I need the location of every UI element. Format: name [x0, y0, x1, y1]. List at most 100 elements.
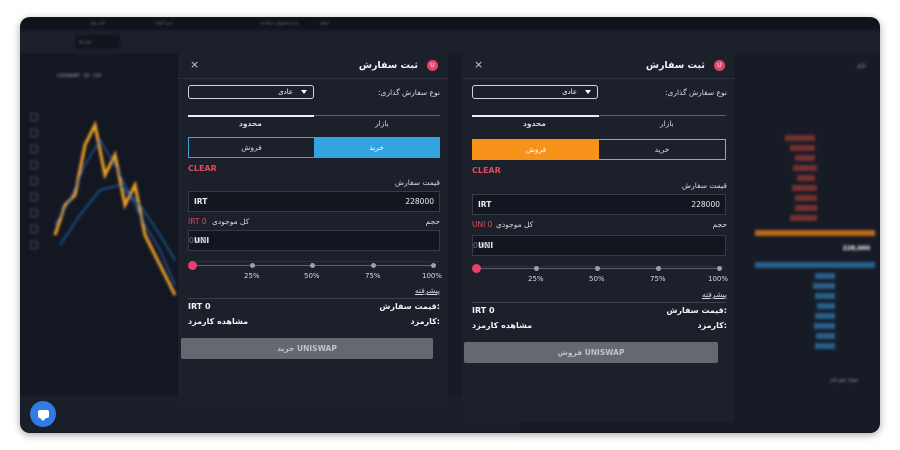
chat-icon	[37, 410, 49, 421]
volume-input[interactable]: UNI 0.00	[188, 230, 440, 262]
buy-submit-button[interactable]: خرید UNISWAP	[181, 338, 433, 359]
depth-chart-title: نمودار عمق بازار	[829, 377, 858, 382]
order-type-label: نوع سفارش گذاری:	[378, 88, 440, 97]
order-type-select[interactable]: عادی	[188, 85, 314, 99]
nav-item[interactable]: کیف پول	[90, 20, 105, 25]
bid-row[interactable]	[815, 273, 835, 279]
tab-market[interactable]: بازار	[375, 119, 389, 128]
fee-link[interactable]: مشاهده کارمزد	[472, 321, 532, 330]
bid-row[interactable]	[816, 333, 835, 339]
order-mode-tabs: محدود بازار	[472, 115, 726, 137]
fee-label: کارمزد:	[410, 317, 441, 326]
sell-toggle[interactable]: فروش	[473, 140, 599, 159]
slider-mark[interactable]	[371, 263, 376, 268]
bid-row[interactable]	[814, 323, 835, 329]
panel-header: × ثبت سفارش U	[462, 53, 735, 79]
bid-row[interactable]	[813, 283, 835, 289]
slider-label: 75%	[365, 272, 381, 280]
panel-header: × ثبت سفارش U	[178, 53, 448, 79]
ask-row[interactable]	[797, 175, 815, 181]
bid-row[interactable]	[815, 293, 835, 299]
price-currency: IRT	[194, 197, 208, 206]
slider-label: 25%	[528, 275, 544, 283]
clear-button[interactable]: CLEAR	[188, 164, 217, 173]
slider-mark[interactable]	[250, 263, 255, 268]
side-toggle: فروش خرید	[188, 137, 440, 158]
advanced-link[interactable]: پیشرفته	[415, 286, 440, 295]
balance-label: کل موجودی	[496, 220, 534, 229]
order-price-label: قیمت سفارش:	[666, 306, 727, 315]
slider-mark[interactable]	[534, 266, 539, 271]
slider-handle[interactable]	[472, 264, 481, 273]
tab-divider	[599, 115, 726, 116]
chart-toolbar: ابزار ها	[20, 31, 880, 53]
amount-slider[interactable]: 25% 50% 75% 100%	[188, 260, 443, 280]
order-price-label: قیمت سفارش:	[379, 302, 440, 311]
close-icon[interactable]: ×	[474, 58, 483, 71]
ask-row[interactable]	[790, 145, 815, 151]
buy-toggle[interactable]: خرید	[599, 140, 725, 159]
bid-row[interactable]	[815, 313, 835, 319]
tab-limit[interactable]: محدود	[523, 119, 546, 128]
volume-placeholder: 0.00	[189, 236, 439, 262]
order-type-value: عادی	[278, 88, 293, 96]
bid-row[interactable]	[817, 303, 835, 309]
clear-button[interactable]: CLEAR	[472, 166, 501, 175]
order-type-select[interactable]: عادی	[472, 85, 598, 99]
nav-item[interactable]: شبکه	[320, 20, 329, 25]
slider-mark[interactable]	[310, 263, 315, 268]
slider-mark[interactable]	[656, 266, 661, 271]
ask-row[interactable]	[795, 205, 817, 211]
slider-mark[interactable]	[595, 266, 600, 271]
price-chart[interactable]: CXXUNI/IRT · 1D · CXX	[20, 55, 180, 395]
tools-tab[interactable]: ابزار ها	[75, 35, 120, 49]
bid-row[interactable]	[755, 262, 875, 268]
top-nav: شبکه خرید و فروش حرفه ای خرید آسان کیف پ…	[20, 17, 880, 29]
divider	[188, 298, 440, 299]
slider-label: 100%	[422, 272, 443, 280]
nav-item[interactable]: خرید آسان	[155, 20, 173, 25]
slider-mark[interactable]	[431, 263, 436, 268]
chevron-down-icon	[585, 90, 591, 94]
fee-link[interactable]: مشاهده کارمزد	[188, 317, 248, 326]
candlestick-chart	[53, 120, 177, 296]
ask-row[interactable]	[795, 195, 817, 201]
price-input[interactable]: IRT 228000	[472, 194, 726, 215]
panel-title: ثبت سفارش	[358, 60, 418, 71]
slider-label: 75%	[650, 275, 666, 283]
order-book: بازار 228,000 نمودار عمق بازار	[735, 55, 880, 433]
tab-divider	[314, 115, 440, 116]
ask-row[interactable]	[785, 135, 815, 141]
price-value: 228000	[405, 197, 434, 206]
slider-label: 25%	[244, 272, 260, 280]
brand-logo-icon: U	[714, 60, 725, 71]
order-panel-buy: × ثبت سفارش U نوع سفارش گذاری: عادی محدو…	[178, 53, 448, 408]
buy-toggle[interactable]: خرید	[314, 138, 439, 157]
order-panel-sell: × ثبت سفارش U نوع سفارش گذاری: عادی محدو…	[462, 53, 735, 423]
tab-indicator	[188, 115, 314, 117]
slider-handle[interactable]	[188, 261, 197, 270]
advanced-link[interactable]: پیشرفته	[702, 290, 727, 299]
ask-row[interactable]	[792, 185, 817, 191]
order-mode-tabs: محدود بازار	[188, 115, 440, 137]
ask-row[interactable]	[795, 155, 815, 161]
close-icon[interactable]: ×	[190, 58, 199, 71]
volume-input[interactable]: UNI 0.00	[472, 235, 726, 267]
sell-toggle[interactable]: فروش	[189, 138, 314, 157]
amount-slider[interactable]: 25% 50% 75% 100%	[472, 263, 728, 283]
price-input[interactable]: IRT 228000	[188, 191, 440, 212]
side-toggle: فروش خرید	[472, 139, 726, 160]
sell-submit-button[interactable]: فروش UNISWAP	[464, 342, 718, 363]
ask-row[interactable]	[790, 215, 817, 221]
bid-row[interactable]	[815, 343, 835, 349]
tab-indicator	[472, 115, 599, 117]
volume-label: حجم	[425, 217, 440, 226]
ask-row[interactable]	[793, 165, 817, 171]
tab-limit[interactable]: محدود	[239, 119, 262, 128]
ask-row-highlight[interactable]	[755, 230, 875, 236]
chat-button[interactable]	[30, 401, 56, 427]
orderbook-mid-price: 228,000	[842, 245, 870, 252]
slider-mark[interactable]	[717, 266, 722, 271]
tab-market[interactable]: بازار	[660, 119, 674, 128]
nav-item[interactable]: خرید و فروش حرفه ای	[260, 20, 299, 25]
